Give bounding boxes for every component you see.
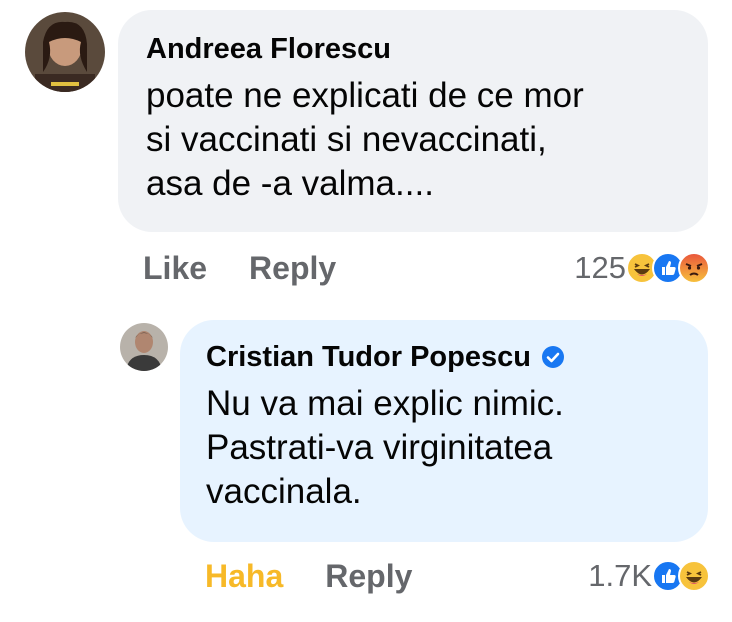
author-row: Cristian Tudor Popescu bbox=[206, 340, 682, 374]
like-button[interactable]: Like bbox=[143, 250, 207, 287]
comment-text-line: si vaccinati si nevaccinati, bbox=[146, 120, 547, 159]
comment-text: poate ne explicati de ce mor si vaccinat… bbox=[146, 74, 680, 206]
comment-text-line: Pastrati-va virginitatea bbox=[206, 428, 553, 467]
comment-text-line: asa de -a valma.... bbox=[146, 164, 434, 203]
avatar-andreea[interactable] bbox=[25, 12, 105, 92]
comment-bubble: Andreea Florescu poate ne explicati de c… bbox=[118, 10, 708, 232]
avatar-cristian[interactable] bbox=[120, 323, 168, 371]
reply-button[interactable]: Reply bbox=[249, 250, 336, 287]
reply-button[interactable]: Reply bbox=[325, 558, 412, 595]
comment-text-line: poate ne explicati de ce mor bbox=[146, 76, 584, 115]
reaction-count: 1.7K bbox=[588, 558, 652, 593]
verified-badge-icon bbox=[541, 345, 565, 369]
comment-text-line: vaccinala. bbox=[206, 472, 362, 511]
haha-reaction-button[interactable]: Haha bbox=[205, 558, 283, 595]
reply-bubble: Cristian Tudor Popescu Nu va mai explic … bbox=[180, 320, 708, 542]
reaction-summary[interactable]: 125 bbox=[574, 250, 710, 286]
comment-actions: Like Reply bbox=[143, 250, 378, 287]
comment-author[interactable]: Cristian Tudor Popescu bbox=[206, 340, 531, 374]
reaction-count: 125 bbox=[574, 250, 626, 285]
reaction-summary[interactable]: 1.7K bbox=[588, 558, 710, 594]
reply-actions: Haha Reply bbox=[205, 558, 454, 595]
comment-text-line: Nu va mai explic nimic. bbox=[206, 384, 564, 423]
comment-author[interactable]: Andreea Florescu bbox=[146, 32, 680, 66]
angry-icon bbox=[678, 252, 710, 284]
haha-icon bbox=[678, 560, 710, 592]
comment-text: Nu va mai explic nimic. Pastrati-va virg… bbox=[206, 382, 682, 514]
